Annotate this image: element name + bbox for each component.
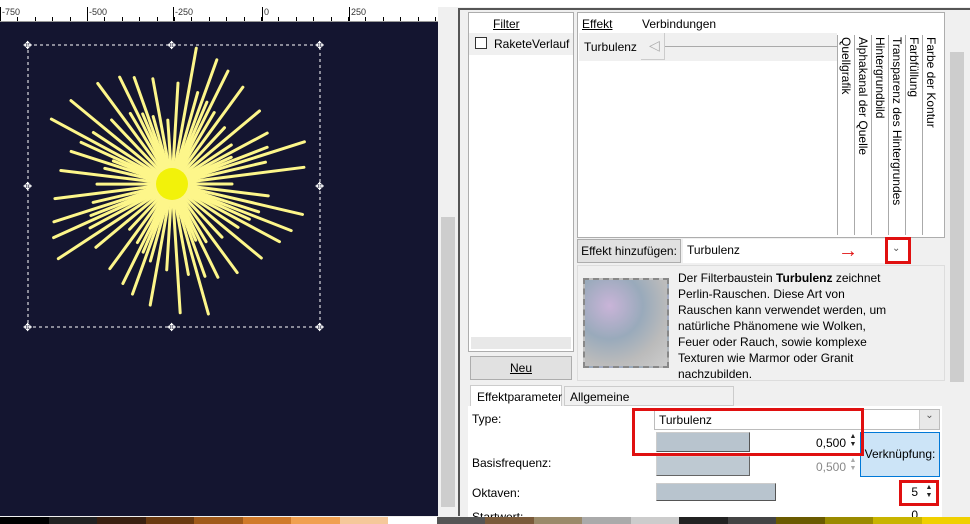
add-effect-button[interactable]: Effekt hinzufügen: xyxy=(577,239,681,263)
chevron-down-icon[interactable]: ⌄ xyxy=(892,243,900,254)
type-highlight xyxy=(632,408,864,456)
resize-handle-icon: ✥ xyxy=(315,322,324,334)
effect-type-value: Turbulenz xyxy=(687,243,740,257)
resize-handle-icon: ✥ xyxy=(315,40,324,52)
resize-handle-icon: ✥ xyxy=(315,181,324,193)
connections-column-header: Verbindungen xyxy=(642,17,717,31)
palette-swatch[interactable] xyxy=(194,517,243,524)
tab-general-filter-settings[interactable]: Allgemeine Filtereinstellungen xyxy=(564,386,734,418)
effect-name: Turbulenz xyxy=(584,40,637,54)
base-frequency-label: Basisfrequenz: xyxy=(472,456,552,470)
canvas-vertical-scrollbar[interactable] xyxy=(440,22,456,516)
panel-scrollbar[interactable] xyxy=(948,12,966,518)
resize-handle-icon: ✥ xyxy=(23,40,32,52)
input-stroke-paint[interactable]: Farbe der Kontur xyxy=(922,35,938,235)
palette-swatch[interactable] xyxy=(727,517,776,524)
input-source-alpha[interactable]: Alphakanal der Quelle xyxy=(854,35,870,235)
filter-column-header[interactable]: Filter xyxy=(493,17,520,31)
filter-list: Filter RaketeVerlauf xyxy=(468,12,574,352)
resize-handle-icon: ✥ xyxy=(23,322,32,334)
drawing-canvas[interactable]: ✥ ✥ ✥ ✥ ✥ ✥ ✥ ✥ xyxy=(0,22,438,516)
input-background-image[interactable]: Hintergrundbild xyxy=(871,35,887,235)
palette-swatch[interactable] xyxy=(388,517,437,524)
palette-swatch[interactable] xyxy=(339,517,388,524)
spin-arrows-icon[interactable]: ▲ ▼ xyxy=(848,457,858,473)
resize-handle-icon: ✥ xyxy=(23,181,32,193)
connection-line xyxy=(665,46,837,47)
palette-swatch[interactable] xyxy=(824,517,873,524)
filter-name: RaketeVerlauf xyxy=(494,37,570,51)
effect-description: Der Filterbaustein Turbulenz zeichnet Pe… xyxy=(577,265,945,381)
parameters-area: Type: Turbulenz ⌄ Basisfrequenz: 0,500 ▲ ▼… xyxy=(468,406,942,524)
palette-swatch[interactable] xyxy=(485,517,534,524)
firework-ray xyxy=(130,193,170,296)
octaves-field[interactable]: 5 ▲ ▼ xyxy=(654,481,940,503)
octaves-label: Oktaven: xyxy=(472,486,521,500)
palette-swatch[interactable] xyxy=(630,517,679,524)
palette-swatch[interactable] xyxy=(873,517,922,524)
palette-swatch[interactable] xyxy=(97,517,146,524)
type-label: Type: xyxy=(472,412,502,426)
palette-swatch[interactable] xyxy=(145,517,194,524)
palette-swatch[interactable] xyxy=(242,517,291,524)
palette-swatch[interactable] xyxy=(48,517,97,524)
ruler-label: 0 xyxy=(262,7,269,21)
effect-column-header[interactable]: Effekt xyxy=(582,17,612,31)
base-frequency-y-slider[interactable] xyxy=(656,456,750,476)
input-fill-paint[interactable]: Farbfüllung xyxy=(905,35,921,235)
input-background-alpha[interactable]: Transparenz des Hintergrundes xyxy=(888,35,904,235)
filter-list-scrollbar[interactable] xyxy=(471,337,571,349)
palette-swatch[interactable] xyxy=(533,517,582,524)
resize-handle-icon: ✥ xyxy=(167,322,176,334)
link-toggle-button[interactable]: Verknüpfung: xyxy=(860,432,940,477)
toolbar-strip xyxy=(0,0,970,7)
palette-swatch[interactable] xyxy=(921,517,970,524)
new-filter-button[interactable]: Neu xyxy=(470,356,572,380)
firework-drawing[interactable]: ✥ ✥ ✥ ✥ ✥ ✥ ✥ ✥ xyxy=(0,22,438,516)
effects-graph: Effekt Verbindungen Turbulenz ◁ Quellgra… xyxy=(577,12,945,238)
ruler-label: 250 xyxy=(349,7,366,21)
filter-item[interactable]: RaketeVerlauf xyxy=(469,33,573,55)
chevron-down-icon: ⌄ xyxy=(919,410,939,429)
horizontal-ruler: -750 -500 -250 0 250 xyxy=(0,7,438,22)
octaves-slider[interactable] xyxy=(656,483,776,501)
effect-type-dropdown[interactable]: Turbulenz xyxy=(683,239,909,263)
input-port-icon[interactable]: ◁ xyxy=(641,33,665,60)
ruler-label: -250 xyxy=(173,7,193,21)
turbulence-preview-image xyxy=(583,278,669,368)
tab-effect-parameters[interactable]: Effektparameter xyxy=(470,385,562,407)
color-palette[interactable] xyxy=(0,517,970,524)
description-text: Der Filterbaustein Turbulenz zeichnet Pe… xyxy=(678,271,887,381)
resize-handle-icon: ✥ xyxy=(167,40,176,52)
red-arrow-annotation: → xyxy=(838,240,858,262)
filter-editor-panel: Filter RaketeVerlauf Neu Effekt Verbindu… xyxy=(458,8,970,524)
octaves-highlight xyxy=(899,480,939,506)
base-frequency-y-value[interactable]: 0,500 xyxy=(758,460,846,474)
palette-swatch[interactable] xyxy=(0,517,49,524)
palette-swatch[interactable] xyxy=(291,517,340,524)
input-source-graphic[interactable]: Quellgrafik xyxy=(837,35,853,235)
palette-swatch[interactable] xyxy=(679,517,728,524)
firework-core xyxy=(156,168,188,200)
effect-row[interactable]: Turbulenz ◁ xyxy=(579,33,837,61)
palette-swatch[interactable] xyxy=(776,517,825,524)
palette-swatch[interactable] xyxy=(436,517,485,524)
palette-swatch[interactable] xyxy=(582,517,631,524)
filter-checkbox[interactable] xyxy=(475,37,487,49)
